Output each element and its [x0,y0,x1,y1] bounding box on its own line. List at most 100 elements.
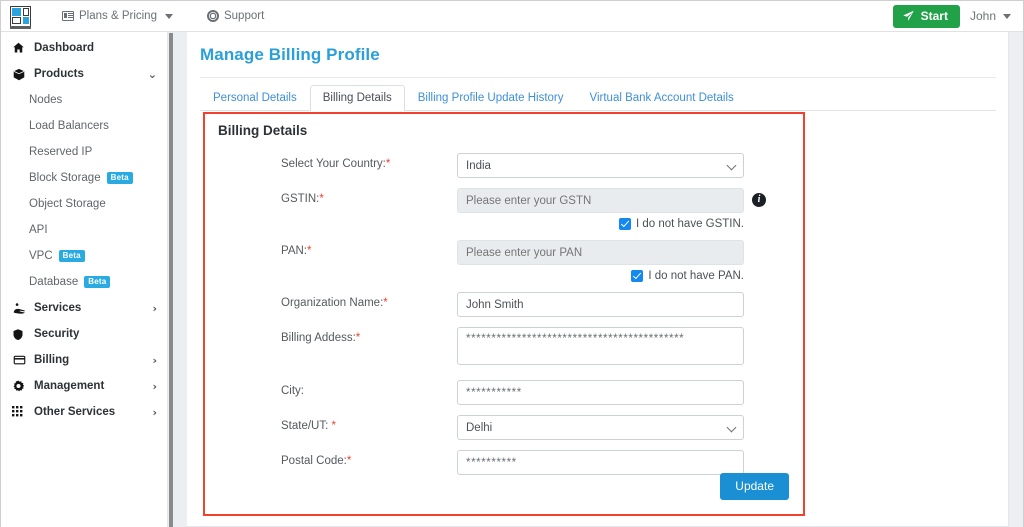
update-button[interactable]: Update [720,473,789,500]
form-row-pan-checkbox: I do not have PAN. [205,270,803,282]
pan-checkbox[interactable] [631,270,644,282]
tab-bar: Personal Details Billing Details Billing… [200,84,996,111]
sidebar-item-billing[interactable]: Billing › [1,347,167,373]
billing-address-label: Billing Addess:* [281,327,457,344]
organization-control [457,292,744,317]
country-select-wrapper: India [457,153,744,178]
sidebar-item-other-services[interactable]: Other Services › [1,399,167,425]
lifebuoy-icon [206,10,219,22]
city-input[interactable] [457,380,744,405]
nav-support[interactable]: Support [195,1,276,32]
beta-badge: Beta [84,276,111,288]
sidebar-item-vpc-label: VPC [29,250,53,262]
billing-address-label-text: Billing Addess: [281,332,356,344]
section-title: Billing Details [218,123,308,138]
sidebar-item-block-storage[interactable]: Block Storage Beta [1,165,167,191]
pan-label: PAN:* [281,240,457,257]
required-asterisk: * [355,332,361,344]
pan-checkbox-group: I do not have PAN. [457,270,744,282]
start-button-label: Start [920,8,948,23]
logo-icon [10,5,31,27]
organization-label-text: Organization Name: [281,297,384,309]
required-asterisk: * [307,245,312,257]
state-label-text: State/UT: [281,420,332,432]
form-row-billing-address: Billing Addess:* [205,327,803,370]
sidebar-item-object-storage-label: Object Storage [29,198,106,210]
sidebar-item-products[interactable]: Products ⌄ [1,61,167,87]
nav-plans-and-pricing[interactable]: Plans & Pricing [50,1,185,32]
organization-input[interactable] [457,292,744,317]
country-select[interactable]: India [457,153,744,178]
shield-icon [12,328,28,341]
city-label: City: [281,385,304,397]
sidebar-item-object-storage[interactable]: Object Storage [1,191,167,217]
sidebar-item-load-balancers[interactable]: Load Balancers [1,113,167,139]
sidebar-item-security[interactable]: Security [1,321,167,347]
sidebar-item-reserved-ip[interactable]: Reserved IP [1,139,167,165]
state-label: State/UT: * [281,415,457,432]
billing-details-highlight-region: Billing Details Select Your Country:* In… [203,112,805,516]
sidebar-item-billing-label: Billing [34,354,70,366]
form-row-state: State/UT: * Delhi [205,415,803,440]
sidebar-item-load-balancers-label: Load Balancers [29,120,109,132]
gstin-checkbox[interactable] [618,218,631,230]
sidebar-item-database-label: Database [29,276,79,288]
sidebar-item-dashboard[interactable]: Dashboard [1,35,167,61]
sidebar-item-database[interactable]: Database Beta [1,269,167,295]
beta-badge: Beta [106,172,133,184]
form-row-gstin-checkbox: I do not have GSTIN. [205,218,803,230]
state-select[interactable]: Delhi [457,415,744,440]
sidebar-item-other-services-label: Other Services [34,406,116,418]
organization-label: Organization Name:* [281,292,457,309]
form-row-organization: Organization Name:* [205,292,803,317]
sidebar-item-management[interactable]: Management › [1,373,167,399]
chevron-down-icon [1003,13,1011,19]
top-navigation-bar: Plans & Pricing Support Start John [1,1,1023,32]
card-icon [62,11,74,21]
sidebar-item-services[interactable]: Services › [1,295,167,321]
required-asterisk: * [319,193,324,205]
billing-address-textarea[interactable] [457,327,744,365]
sidebar-item-management-label: Management [34,380,105,392]
required-asterisk: * [385,158,391,170]
postal-code-label: Postal Code:* [281,450,457,467]
tab-billing-details[interactable]: Billing Details [309,85,405,111]
sidebar-item-nodes-label: Nodes [29,94,63,106]
info-icon[interactable]: i [752,193,766,207]
form-row-postal-code: Postal Code:* [205,450,803,475]
billing-details-form: Select Your Country:* India GSTIN:* Plea… [205,153,803,485]
start-button[interactable]: Start [892,4,960,28]
nav-plans-and-pricing-label: Plans & Pricing [79,10,157,22]
gstin-input[interactable] [457,188,744,213]
gstin-checkbox-label: I do not have GSTIN. [635,218,744,230]
home-icon [12,42,28,54]
tab-personal-details[interactable]: Personal Details [200,85,310,111]
pan-control [457,240,744,265]
sidebar-item-reserved-ip-label: Reserved IP [29,146,93,158]
country-label: Select Your Country:* [281,153,457,170]
brand-logo[interactable] [5,1,36,31]
pan-label-text: PAN: [281,245,307,257]
required-asterisk: * [383,297,388,309]
title-divider [200,77,996,78]
tab-virtual-bank-account-details[interactable]: Virtual Bank Account Details [577,85,747,111]
gstin-label-text: GSTIN: [281,193,320,205]
tab-billing-profile-update-history[interactable]: Billing Profile Update History [405,85,577,111]
user-menu[interactable]: John [970,9,1011,23]
paper-plane-icon [902,10,914,21]
sidebar-item-nodes[interactable]: Nodes [1,87,167,113]
chevron-right-icon: › [152,353,157,367]
postal-code-input[interactable] [457,450,744,475]
topbar-right-group: Start John [892,4,1023,28]
sidebar-item-api[interactable]: API [1,217,167,243]
form-row-city: City: [205,380,803,405]
pan-input[interactable] [457,240,744,265]
form-row-pan: PAN:* [205,240,803,265]
grid-icon [12,406,28,418]
sidebar-navigation: Dashboard Products ⌄ Nodes Load Balancer… [1,32,168,527]
required-asterisk: * [331,420,336,432]
chevron-right-icon: › [152,405,157,419]
services-icon [12,302,28,315]
sidebar-item-vpc[interactable]: VPC Beta [1,243,167,269]
sidebar-scrollbar-thumb[interactable] [169,33,173,527]
